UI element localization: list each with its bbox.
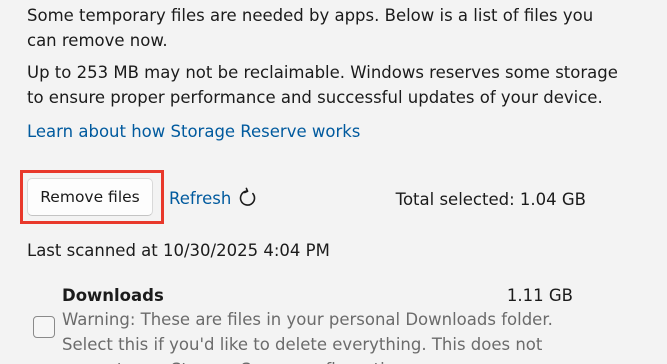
downloads-title: Downloads <box>62 286 164 305</box>
storage-reserve-link[interactable]: Learn about how Storage Reserve works <box>27 119 360 144</box>
refresh-label: Refresh <box>169 188 232 208</box>
storage-reserve-text: Up to 253 MB may not be reclaimable. Win… <box>27 63 618 107</box>
downloads-description: Warning: These are files in your persona… <box>62 310 553 364</box>
temporary-files-page: Some temporary files are needed by apps.… <box>0 0 667 364</box>
remove-files-button[interactable]: Remove files <box>27 178 153 216</box>
last-scanned-text: Last scanned at 10/30/2025 4:04 PM <box>27 241 330 260</box>
downloads-checkbox[interactable] <box>33 316 55 338</box>
refresh-button[interactable]: Refresh <box>169 185 259 211</box>
downloads-size: 1.11 GB <box>506 286 573 305</box>
refresh-icon <box>237 187 259 209</box>
total-selected: Total selected: 1.04 GB <box>395 190 586 209</box>
intro-text: Some temporary files are needed by apps.… <box>27 6 594 50</box>
